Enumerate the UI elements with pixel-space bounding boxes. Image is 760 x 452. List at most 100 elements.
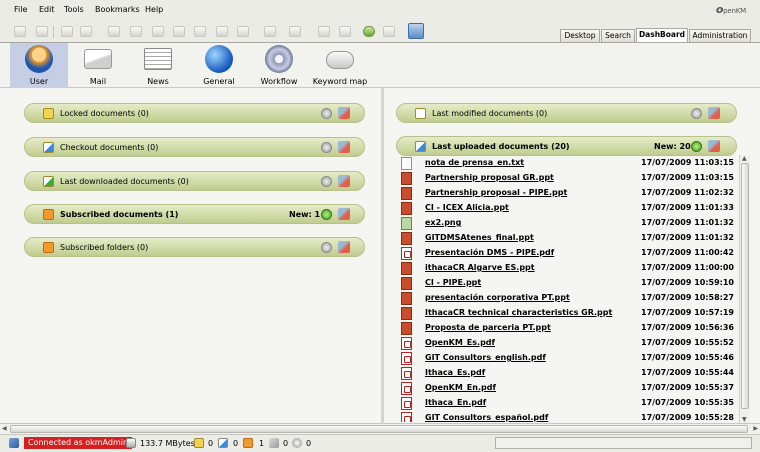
document-row[interactable]: OpenKM_Es.pdf 17/07/2009 10:55:52 (396, 336, 738, 351)
document-row[interactable]: GIT Consultors_english.pdf 17/07/2009 10:… (396, 351, 738, 366)
document-name-link[interactable]: Presentación DMS - PIPE.pdf (425, 248, 554, 257)
document-name-link[interactable]: GIT Consultors_español.pdf (425, 413, 548, 422)
portlet-subscribed-folders[interactable]: Subscribed folders (0) (24, 237, 365, 257)
document-name-link[interactable]: Ithaca_Es.pdf (425, 368, 485, 377)
checkout-icon[interactable] (152, 26, 164, 37)
scrollbar-thumb[interactable] (10, 425, 748, 433)
settings-icon[interactable] (289, 26, 301, 37)
refresh-action-icon[interactable] (338, 208, 350, 220)
refresh-action-icon[interactable] (708, 107, 720, 119)
document-name-link[interactable]: IthacaCR technical characteristics GR.pp… (425, 308, 612, 317)
refresh-action-icon[interactable] (338, 241, 350, 253)
delete-icon[interactable] (130, 26, 142, 37)
portlet-checkout-documents[interactable]: Checkout documents (0) (24, 137, 365, 157)
add-property-icon[interactable] (216, 26, 228, 37)
portlet-subscribed-documents[interactable]: Subscribed documents (1) New: 1 (24, 204, 365, 224)
menu-file[interactable]: File (14, 5, 27, 14)
document-name-link[interactable]: Proposta de parceria PT.ppt (425, 323, 551, 332)
tab-search[interactable]: Search (601, 29, 635, 42)
scanner-icon[interactable] (408, 23, 424, 39)
document-row[interactable]: presentación corporativa PT.ppt 17/07/200… (396, 291, 738, 306)
dashboard-news[interactable]: News (130, 43, 186, 88)
add-subscription-icon[interactable] (318, 26, 330, 37)
refresh-icon[interactable] (363, 26, 375, 37)
workflow-icon[interactable] (264, 26, 276, 37)
document-row[interactable]: GIT Consultors_español.pdf 17/07/2009 10:… (396, 411, 738, 422)
document-name-link[interactable]: ex2.png (425, 218, 461, 227)
document-name-link[interactable]: GIT Consultors_english.pdf (425, 353, 546, 362)
scroll-right-icon[interactable]: ▶ (753, 425, 758, 432)
dashboard-keyword-map[interactable]: Keyword map (310, 43, 370, 88)
document-name-link[interactable]: presentación corporativa PT.ppt (425, 293, 570, 302)
mail-icon[interactable] (243, 438, 253, 448)
unlock-icon[interactable] (80, 26, 92, 37)
document-row[interactable]: CI - ICEX Alicia.ppt 17/07/2009 11:01:33 (396, 201, 738, 216)
refresh-action-icon[interactable] (338, 107, 350, 119)
find-folder-icon[interactable] (36, 26, 48, 37)
horizontal-scrollbar[interactable]: ◀ ▶ (0, 424, 760, 435)
document-row[interactable]: ex2.png 17/07/2009 11:01:32 (396, 216, 738, 231)
refresh-action-icon[interactable] (708, 140, 720, 152)
home-icon[interactable] (383, 26, 395, 37)
document-row[interactable]: nota de prensa_en.txt 17/07/2009 11:03:15 (396, 156, 738, 171)
dashboard-user[interactable]: User (10, 43, 68, 88)
scroll-up-icon[interactable]: ▲ (742, 155, 747, 162)
workflow-icon[interactable] (292, 438, 302, 448)
document-row[interactable]: IthacaCR technical characteristics GR.pp… (396, 306, 738, 321)
document-row[interactable]: ithacaCR Algarve ES.ppt 17/07/2009 11:00:… (396, 261, 738, 276)
checkin-icon[interactable] (173, 26, 185, 37)
portlet-last-uploaded[interactable]: Last uploaded documents (20) New: 20 (396, 136, 737, 156)
document-row[interactable]: Ithaca_Es.pdf 17/07/2009 10:55:44 (396, 366, 738, 381)
news-icon[interactable] (269, 438, 279, 448)
portlet-last-downloaded[interactable]: Last downloaded documents (0) (24, 171, 365, 191)
create-folder-icon[interactable] (14, 26, 26, 37)
document-name-link[interactable]: CI - PIPE.ppt (425, 278, 481, 287)
portlet-last-modified[interactable]: Last modified documents (0) (396, 103, 737, 123)
check-icon[interactable] (321, 242, 332, 253)
check-icon[interactable] (691, 141, 702, 152)
document-row[interactable]: Proposta de parceria PT.ppt 17/07/2009 10… (396, 321, 738, 336)
document-row[interactable]: GITDMSAtenes_final.ppt 17/07/2009 11:01:3… (396, 231, 738, 246)
dashboard-mail[interactable]: Mail (70, 43, 126, 88)
document-name-link[interactable]: OpenKM_Es.pdf (425, 338, 495, 347)
document-row[interactable]: CI - PIPE.ppt 17/07/2009 10:59:10 (396, 276, 738, 291)
document-row[interactable]: Partnership proposal - PIPE.ppt 17/07/200… (396, 186, 738, 201)
list-vertical-scrollbar[interactable]: ▲ ▼ (739, 155, 750, 423)
refresh-action-icon[interactable] (338, 141, 350, 153)
tab-desktop[interactable]: Desktop (560, 29, 600, 42)
remove-subscription-icon[interactable] (339, 26, 351, 37)
document-name-link[interactable]: CI - ICEX Alicia.ppt (425, 203, 509, 212)
menu-edit[interactable]: Edit (39, 5, 55, 14)
tab-administration[interactable]: Administration (689, 29, 751, 42)
refresh-action-icon[interactable] (338, 175, 350, 187)
panel-splitter[interactable] (381, 88, 384, 424)
scrollbar-thumb[interactable] (741, 163, 749, 409)
menu-tools[interactable]: Tools (64, 5, 84, 14)
scroll-down-icon[interactable]: ▼ (742, 416, 747, 423)
document-row[interactable]: OpenKM_En.pdf 17/07/2009 10:55:37 (396, 381, 738, 396)
dashboard-general[interactable]: General (190, 43, 248, 88)
document-row[interactable]: Ithaca_En.pdf 17/07/2009 10:55:35 (396, 396, 738, 411)
document-name-link[interactable]: Ithaca_En.pdf (425, 398, 486, 407)
lock-icon[interactable] (61, 26, 73, 37)
cancel-checkout-icon[interactable] (194, 26, 206, 37)
add-document-icon[interactable] (108, 26, 120, 37)
remove-property-icon[interactable] (237, 26, 249, 37)
document-name-link[interactable]: Partnership proposal GR.ppt (425, 173, 554, 182)
document-name-link[interactable]: Partnership proposal - PIPE.ppt (425, 188, 567, 197)
dashboard-workflow[interactable]: Workflow (250, 43, 308, 88)
check-icon[interactable] (321, 176, 332, 187)
menu-bookmarks[interactable]: Bookmarks (95, 5, 140, 14)
document-name-link[interactable]: GITDMSAtenes_final.ppt (425, 233, 534, 242)
menu-help[interactable]: Help (145, 5, 163, 14)
portlet-locked-documents[interactable]: Locked documents (0) (24, 103, 365, 123)
tab-dashboard[interactable]: DashBoard (636, 28, 688, 42)
lock-icon[interactable] (194, 438, 204, 448)
document-name-link[interactable]: ithacaCR Algarve ES.ppt (425, 263, 535, 272)
document-row[interactable]: Presentación DMS - PIPE.pdf 17/07/2009 11… (396, 246, 738, 261)
check-icon[interactable] (321, 108, 332, 119)
check-icon[interactable] (321, 209, 332, 220)
document-row[interactable]: Partnership proposal GR.ppt 17/07/2009 11… (396, 171, 738, 186)
check-icon[interactable] (321, 142, 332, 153)
scroll-left-icon[interactable]: ◀ (2, 425, 7, 432)
